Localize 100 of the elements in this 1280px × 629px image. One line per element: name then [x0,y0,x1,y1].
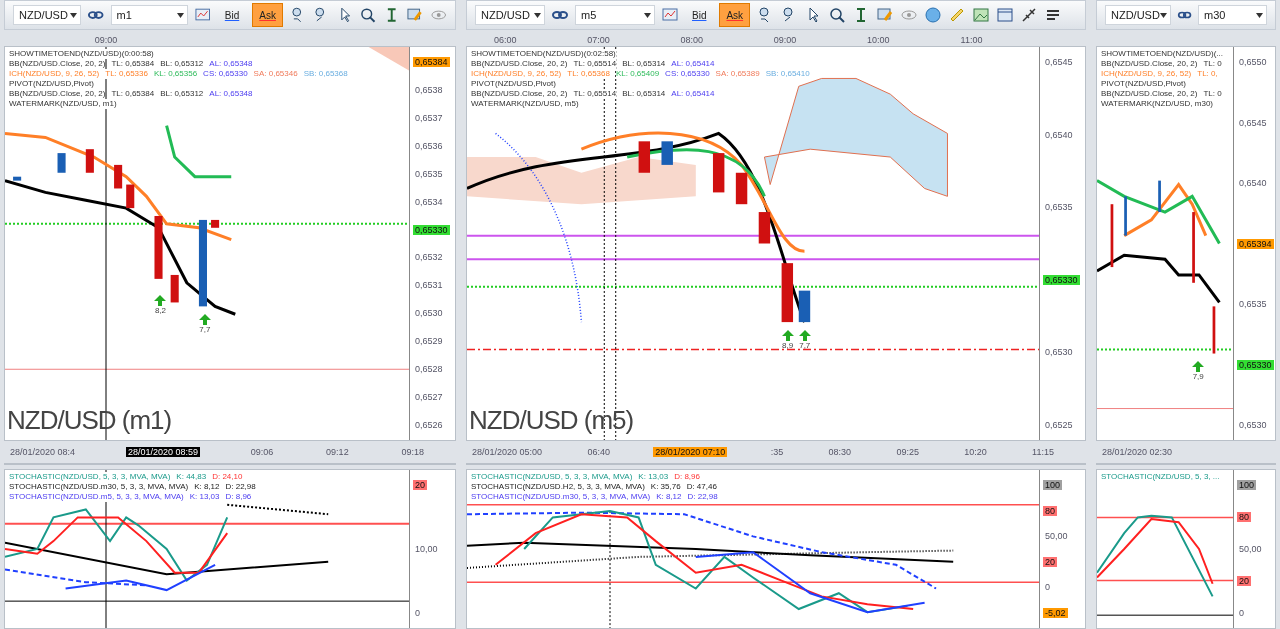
indicator-label: TL: 0,65368 [567,69,610,79]
date-label: 28/01/2020 05:00 [471,447,544,457]
candle [712,153,725,193]
candle [13,176,22,181]
ask-button[interactable]: Ask [252,3,283,27]
indicator-label: K: 8,12 [194,482,220,492]
symbol-dropdown[interactable]: NZD/USD [475,5,545,25]
candle [57,153,66,173]
timeframe-dropdown[interactable]: m1 [110,5,189,25]
indicator-label: AL: 0,65414 [671,59,715,69]
bid-button[interactable]: Bid [685,3,714,27]
picture-icon[interactable] [972,6,991,24]
indicator-label: SHOWTIMETOEND(NZD/USD)(0:02:58) [471,49,616,59]
indicator-label: TL: 0 [1203,59,1222,69]
indicator-label: SA: 0,65346 [253,69,298,79]
cursor-date-label: 28/01/2020 07:10 [653,447,728,457]
indicator-label: BL: 0,65314 [622,59,666,69]
date-label: 09:18 [400,447,425,457]
indicator-label: BB(NZD/USD.Close, 20, 2) [1101,89,1198,99]
window-icon[interactable] [996,6,1015,24]
indicator-label: SA: 0,65389 [715,69,760,79]
search-icon[interactable] [359,6,377,24]
indicator-label: BL: 0,65312 [160,59,204,69]
candle [1192,212,1195,283]
price-tag: 80 [1237,512,1251,522]
symbol-dropdown[interactable]: NZD/USD [1105,5,1171,25]
time-label: 08:00 [680,35,704,45]
cursor-date-label: 28/01/2020 08:59 [125,447,200,457]
time-label: 10:00 [867,35,890,45]
indicator-label: STOCHASTIC(NZD/USD.m30, 5, 3, 3, MVA, MVA) [471,492,651,502]
candle [126,184,135,209]
signal-value: 8,2 [154,305,167,315]
indicator-label: BB(NZD/USD.Close, 20, 2) [471,59,568,69]
search-icon[interactable] [828,6,847,24]
axis-label: 0,6536 [414,140,444,151]
axis-label: 0,6545 [1044,57,1074,67]
price-tag: 0,65394 [1237,238,1274,249]
indicator-label: BB(NZD/USD.Close, 20, 2) [9,59,106,69]
timeframe-dropdown[interactable]: m30 [1198,5,1267,25]
indicator-label: TL: 0,65384 [111,59,155,69]
indicator-label: PIVOT(NZD/USD,Pivot) [471,79,556,89]
price-tag: 20 [1043,556,1057,567]
indicator-label: ICH(NZD/USD, 9, 26, 52) [1101,69,1192,79]
caret-icon [1159,12,1167,18]
indicator-label: ICH(NZD/USD, 9, 26, 52) [9,69,100,79]
indicator-label: STOCHASTIC(NZD/USD.H2, 5, 3, 3, MVA, MVA) [471,482,645,492]
axis-label: 0,6531 [414,280,444,291]
indicator-label: STOCHASTIC(NZD/USD, 5, 3, 3, MVA, MVA) [471,472,633,482]
candle [1110,204,1114,268]
timeframe-dropdown[interactable]: m5 [575,5,655,25]
candle [1212,306,1216,354]
indicator-label: TL: 0,65514 [573,59,617,69]
price-tag: -5,02 [1043,607,1068,618]
indicator-label: PIVOT(NZD/USD,Pivot) [9,79,94,89]
caret-icon [534,12,541,18]
indicator-label: D: 22,98 [225,482,256,492]
axis-label: 0,6528 [414,364,444,375]
date-label: 28/01/2020 08:4 [9,447,77,457]
indicator-label: AL: 0,65348 [209,59,253,69]
indicator-label: K: 8,12 [656,492,682,502]
indicator-label: D: 24,10 [212,472,243,482]
axis-label: 0,6534 [414,196,444,207]
indicator-label: KL: 0,65409 [615,69,660,79]
drawing-tools-icon[interactable] [1020,6,1039,24]
axis-label: 0,6530 [1044,347,1074,358]
price-tag: 100 [1043,480,1063,490]
bid-button[interactable]: Bid [217,3,247,27]
indicator-label: TL: 0,65514 [573,89,617,99]
price-tag: 20 [413,480,427,490]
time-label: 11:00 [960,35,983,45]
ask-button[interactable]: Ask [719,3,751,27]
indicator-label: D: 47,46 [686,482,717,492]
caret-icon [177,12,185,18]
axis-label: 0,6535 [1044,202,1074,213]
chart-icon[interactable] [661,6,679,24]
signal-value: 8,9 [782,340,794,350]
candle [114,164,123,189]
indicator-label: TL: 0,65384 [111,89,155,99]
time-label: 07:00 [587,35,610,45]
candle [154,216,163,279]
price-tag: 0,65330 [1237,359,1274,370]
indicator-label: CS: 0,65330 [203,69,248,79]
indicator-label: WATERMARK(NZD/USD, m30) [1101,99,1213,109]
candle [85,149,94,173]
signal-value: 7,9 [1192,372,1204,382]
axis-label: 0,6535 [1238,299,1268,309]
indicator-label: K: 35,76 [650,482,681,492]
price-tag: 80 [1043,505,1057,516]
axis-label: 50,00 [1238,544,1263,554]
axis-label: 0,6530 [1238,420,1268,430]
indicator-label: D: 8,96 [674,472,700,482]
globe-icon[interactable] [924,6,943,24]
axis-label: 0,6540 [1044,129,1074,140]
candle [781,263,794,323]
indicator-label: STOCHASTIC(NZD/USD.m5, 5, 3, 3, MVA, MVA) [9,492,184,502]
axis-label: 0,6529 [414,336,444,347]
symbol-dropdown[interactable]: NZD/USD [13,5,82,25]
indicator-label: AL: 0,65348 [209,89,253,99]
signal-value: 7,7 [199,325,211,335]
axis-label: 0,6530 [414,308,444,319]
